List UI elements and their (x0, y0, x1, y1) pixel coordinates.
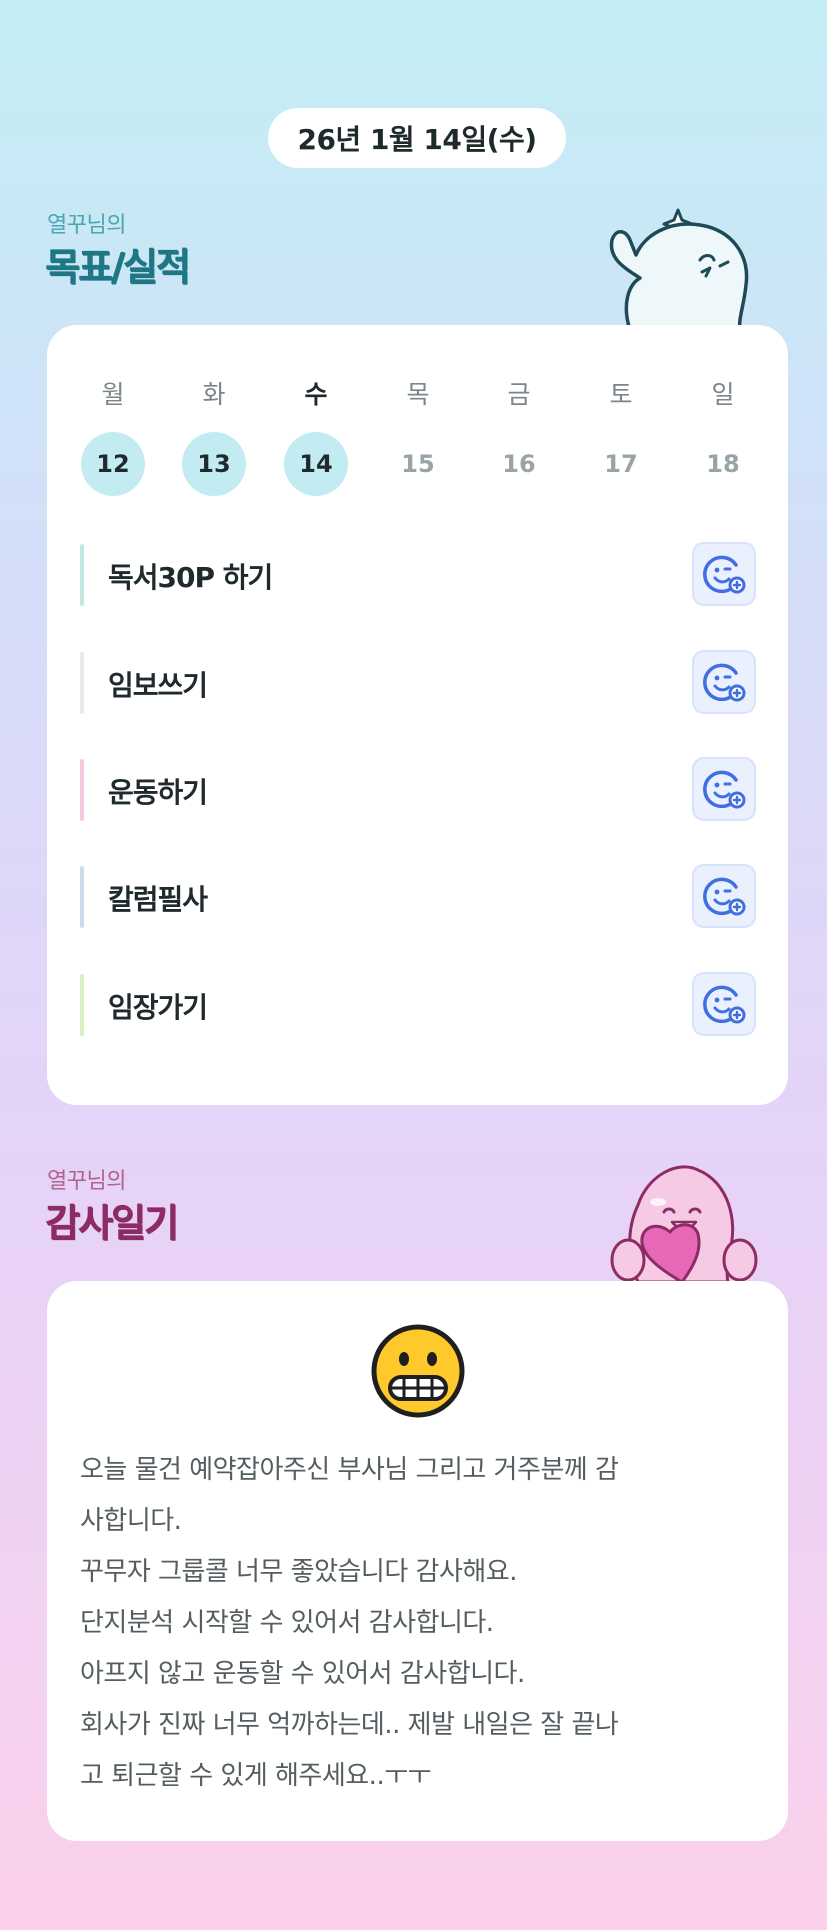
smile-add-icon (703, 770, 746, 809)
diary-line: 사합니다. (80, 1506, 182, 1536)
grimacing-face-icon[interactable] (370, 1323, 466, 1419)
goal-color-bar (80, 652, 84, 714)
goal-label: 운동하기 (108, 776, 208, 809)
day-button[interactable]: 15 (386, 432, 450, 496)
diary-section-subtitle: 열꾸님의 (47, 1169, 126, 1194)
diary-section-title: 감사일기 (45, 1201, 179, 1245)
day-button[interactable]: 16 (487, 432, 551, 496)
goal-color-bar (80, 759, 84, 821)
goals-section-subtitle: 열꾸님의 (47, 213, 126, 238)
diary-entry-text: 오늘 물건 예약잡아주신 부사님 그리고 거주분께 감사합니다. 꾸무자 그룹콜 … (80, 1445, 756, 1802)
goal-label: 임보쓰기 (108, 669, 208, 702)
diary-line: 고 퇴근할 수 있게 해주세요..ㅜㅜ (80, 1761, 432, 1791)
day-button[interactable]: 17 (589, 432, 653, 496)
smile-add-icon (703, 663, 746, 702)
date-pill[interactable]: 26년 1월 14일(수) (268, 108, 566, 168)
goal-label: 임장가기 (108, 991, 208, 1024)
goal-item: 독서30P 하기 (80, 542, 756, 608)
day-button[interactable]: 18 (691, 432, 755, 496)
goal-label: 칼럼필사 (108, 883, 208, 916)
blue-mascot-icon (609, 208, 749, 330)
day-button[interactable]: 14 (284, 432, 348, 496)
goal-react-button[interactable] (692, 757, 756, 821)
goal-react-button[interactable] (692, 650, 756, 714)
diary-line: 아프지 않고 운동할 수 있어서 감사합니다. (80, 1659, 525, 1689)
goal-color-bar (80, 866, 84, 928)
weekday-label: 목 (406, 380, 430, 409)
goal-react-button[interactable] (692, 864, 756, 928)
goal-react-button[interactable] (692, 542, 756, 606)
goal-color-bar (80, 974, 84, 1036)
weekday-label: 금 (507, 380, 531, 409)
goal-item: 임보쓰기 (80, 650, 756, 716)
smile-add-icon (703, 877, 746, 916)
day-button[interactable]: 12 (81, 432, 145, 496)
goals-section-title: 목표/실적 (45, 245, 191, 289)
weekday-label: 수 (304, 380, 328, 409)
weekday-label: 일 (711, 380, 735, 409)
goal-item: 임장가기 (80, 972, 756, 1038)
pink-mascot-icon (610, 1165, 758, 1282)
diary-line: 단지분석 시작할 수 있어서 감사합니다. (80, 1608, 494, 1638)
diary-line: 오늘 물건 예약잡아주신 부사님 그리고 거주분께 감 (80, 1455, 619, 1485)
diary-line: 회사가 진짜 너무 억까하는데.. 제발 내일은 잘 끝나 (80, 1710, 619, 1740)
goal-react-button[interactable] (692, 972, 756, 1036)
smile-add-icon (703, 985, 746, 1024)
weekday-label: 월 (101, 380, 125, 409)
goal-color-bar (80, 544, 84, 606)
weekday-label: 토 (609, 380, 633, 409)
goal-item: 칼럼필사 (80, 864, 756, 930)
weekday-label: 화 (202, 380, 226, 409)
day-button[interactable]: 13 (182, 432, 246, 496)
smile-add-icon (703, 555, 746, 594)
goal-item: 운동하기 (80, 757, 756, 823)
goal-label: 독서30P 하기 (108, 561, 273, 594)
diary-line: 꾸무자 그룹콜 너무 좋았습니다 감사해요. (80, 1557, 517, 1587)
